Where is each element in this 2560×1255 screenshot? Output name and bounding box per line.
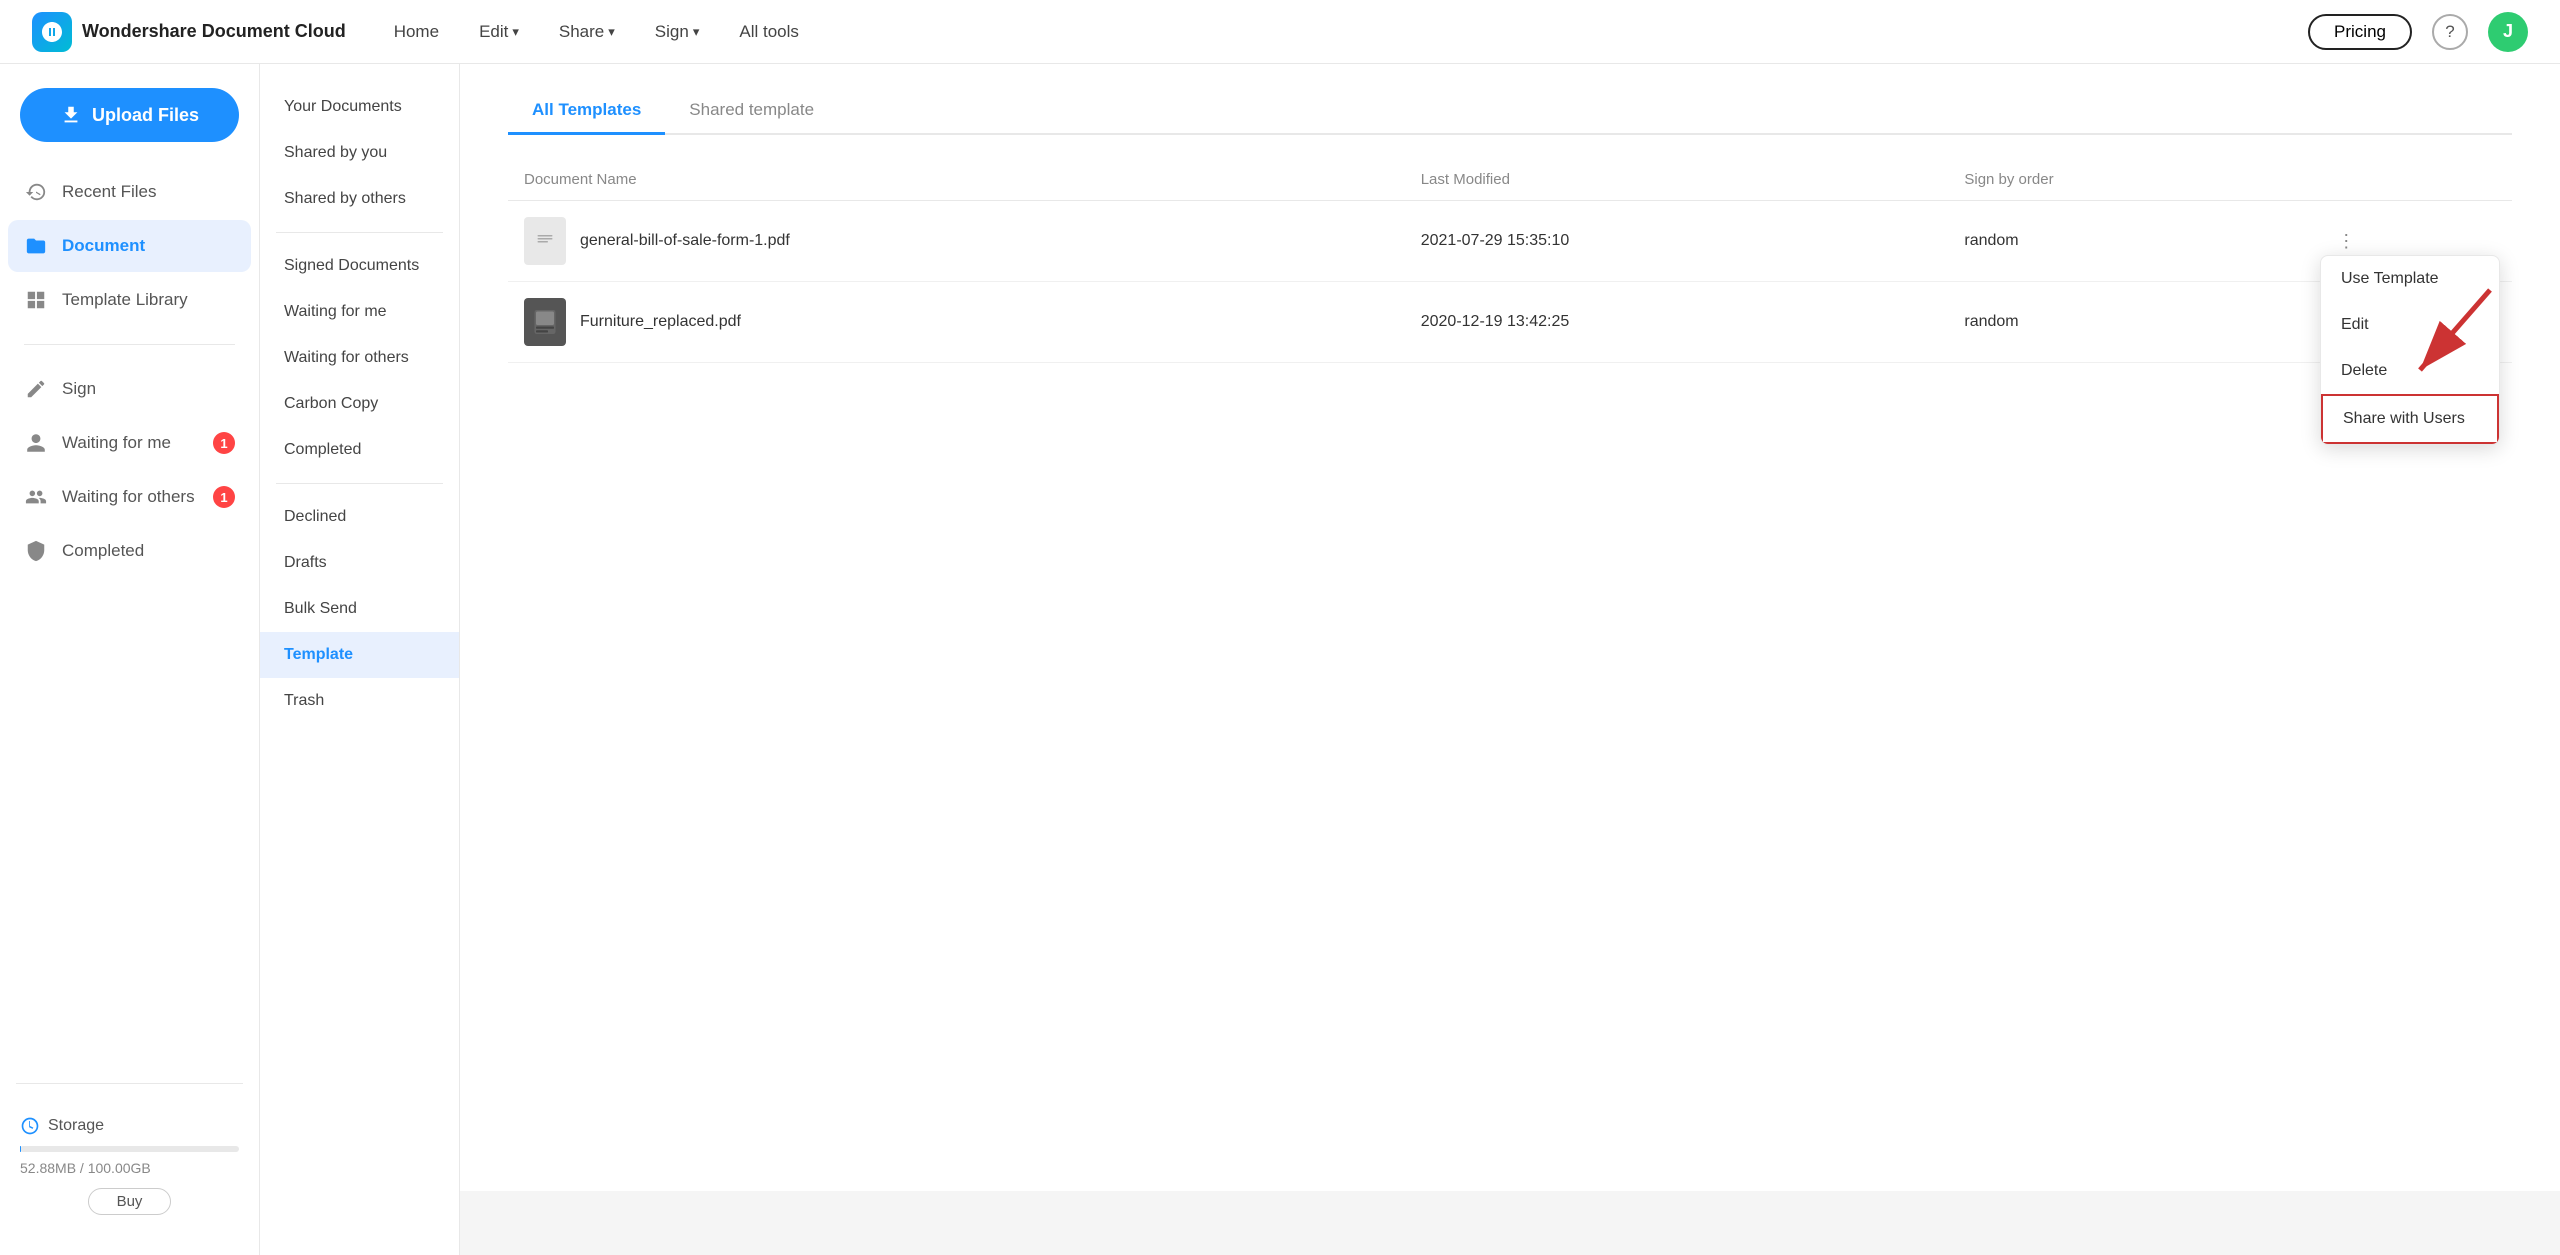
storage-text: 52.88MB / 100.00GB — [20, 1160, 239, 1176]
second-nav-carbon-copy[interactable]: Carbon Copy — [260, 381, 459, 427]
second-nav-divider-2 — [276, 483, 443, 484]
tab-bar: All Templates Shared template — [508, 88, 2512, 135]
storage-section: Storage 52.88MB / 100.00GB Buy — [0, 1100, 259, 1231]
upload-button[interactable]: Upload Files — [20, 88, 239, 142]
context-menu-delete[interactable]: Delete — [2321, 348, 2499, 394]
sidebar-item-completed[interactable]: Completed — [8, 525, 251, 577]
nav-home[interactable]: Home — [394, 22, 439, 42]
context-menu-share-with-users[interactable]: Share with Users — [2321, 394, 2499, 444]
nav-links: Home Edit Share Sign All tools — [394, 22, 2260, 42]
file-cell-1: general-bill-of-sale-form-1.pdf — [524, 217, 1389, 265]
sidebar-item-waiting-for-others[interactable]: Waiting for others 1 — [8, 471, 251, 523]
sidebar-nav: Recent Files Document Template Library S… — [0, 166, 259, 577]
sidebar-divider-2 — [16, 1083, 243, 1084]
buy-button[interactable]: Buy — [88, 1188, 172, 1215]
folder-icon — [24, 234, 48, 258]
grid-icon — [24, 288, 48, 312]
help-button[interactable]: ? — [2432, 14, 2468, 50]
left-sidebar: Upload Files Recent Files Document Templ… — [0, 64, 260, 1255]
document-table: Document Name Last Modified Sign by orde… — [508, 159, 2512, 363]
context-menu-edit[interactable]: Edit — [2321, 302, 2499, 348]
upload-icon — [60, 104, 82, 126]
table-row: general-bill-of-sale-form-1.pdf 2021-07-… — [508, 201, 2512, 282]
clock-icon — [24, 180, 48, 204]
nav-all-tools[interactable]: All tools — [739, 22, 799, 42]
sidebar-item-sign[interactable]: Sign — [8, 363, 251, 415]
file-sign-order-2: random — [1948, 282, 2313, 363]
top-navigation: Wondershare Document Cloud Home Edit Sha… — [0, 0, 2560, 64]
second-nav-completed[interactable]: Completed — [260, 427, 459, 473]
nav-edit[interactable]: Edit — [479, 22, 519, 42]
file-name-2: Furniture_replaced.pdf — [580, 313, 741, 331]
sidebar-item-template-library[interactable]: Template Library — [8, 274, 251, 326]
more-button-1[interactable]: ⋮ — [2329, 227, 2363, 256]
sidebar-divider-1 — [24, 344, 235, 345]
sidebar-item-recent-files[interactable]: Recent Files — [8, 166, 251, 218]
file-icon-2 — [524, 298, 566, 346]
sidebar-item-document[interactable]: Document — [8, 220, 251, 272]
col-document-name: Document Name — [508, 159, 1405, 201]
second-nav-waiting-for-others[interactable]: Waiting for others — [260, 335, 459, 381]
context-menu: Use Template Edit Delete Share with User… — [2320, 255, 2500, 445]
file-modified-2: 2020-12-19 13:42:25 — [1405, 282, 1949, 363]
context-menu-use-template[interactable]: Use Template — [2321, 256, 2499, 302]
nav-share[interactable]: Share — [559, 22, 615, 42]
file-cell-2: Furniture_replaced.pdf — [524, 298, 1389, 346]
col-last-modified: Last Modified — [1405, 159, 1949, 201]
file-name-1: general-bill-of-sale-form-1.pdf — [580, 232, 790, 250]
storage-icon — [20, 1116, 40, 1136]
tab-shared-template[interactable]: Shared template — [665, 88, 838, 135]
tab-all-templates[interactable]: All Templates — [508, 88, 665, 135]
second-nav-trash[interactable]: Trash — [260, 678, 459, 724]
people-icon — [24, 485, 48, 509]
logo-text: Wondershare Document Cloud — [82, 21, 346, 42]
second-nav-drafts[interactable]: Drafts — [260, 540, 459, 586]
avatar[interactable]: J — [2488, 12, 2528, 52]
nav-sign[interactable]: Sign — [655, 22, 700, 42]
second-nav-waiting-for-me[interactable]: Waiting for me — [260, 289, 459, 335]
waiting-for-others-badge: 1 — [213, 486, 235, 508]
main-content: Template All Templates Shared template D… — [460, 0, 2560, 1191]
file-modified-1: 2021-07-29 15:35:10 — [1405, 201, 1949, 282]
storage-label: Storage — [20, 1116, 239, 1136]
nav-right: Pricing ? J — [2308, 12, 2528, 52]
second-nav-your-documents[interactable]: Your Documents — [260, 84, 459, 130]
second-nav-shared-by-others[interactable]: Shared by others — [260, 176, 459, 222]
second-nav-divider-1 — [276, 232, 443, 233]
second-sidebar: Your Documents Shared by you Shared by o… — [260, 64, 460, 1255]
second-nav-bulk-send[interactable]: Bulk Send — [260, 586, 459, 632]
sidebar-item-waiting-for-me[interactable]: Waiting for me 1 — [8, 417, 251, 469]
file-icon-1 — [524, 217, 566, 265]
waiting-for-me-badge: 1 — [213, 432, 235, 454]
shield-icon — [24, 539, 48, 563]
second-nav-template[interactable]: Template — [260, 632, 459, 678]
storage-bar — [20, 1146, 239, 1152]
file-sign-order-1: random — [1948, 201, 2313, 282]
second-nav-declined[interactable]: Declined — [260, 494, 459, 540]
second-nav-signed-documents[interactable]: Signed Documents — [260, 243, 459, 289]
logo[interactable]: Wondershare Document Cloud — [32, 12, 346, 52]
second-nav-shared-by-you[interactable]: Shared by you — [260, 130, 459, 176]
pen-icon — [24, 377, 48, 401]
person-icon — [24, 431, 48, 455]
col-sign-by-order: Sign by order — [1948, 159, 2313, 201]
table-row: Furniture_replaced.pdf 2020-12-19 13:42:… — [508, 282, 2512, 363]
pricing-button[interactable]: Pricing — [2308, 14, 2412, 50]
logo-icon — [32, 12, 72, 52]
